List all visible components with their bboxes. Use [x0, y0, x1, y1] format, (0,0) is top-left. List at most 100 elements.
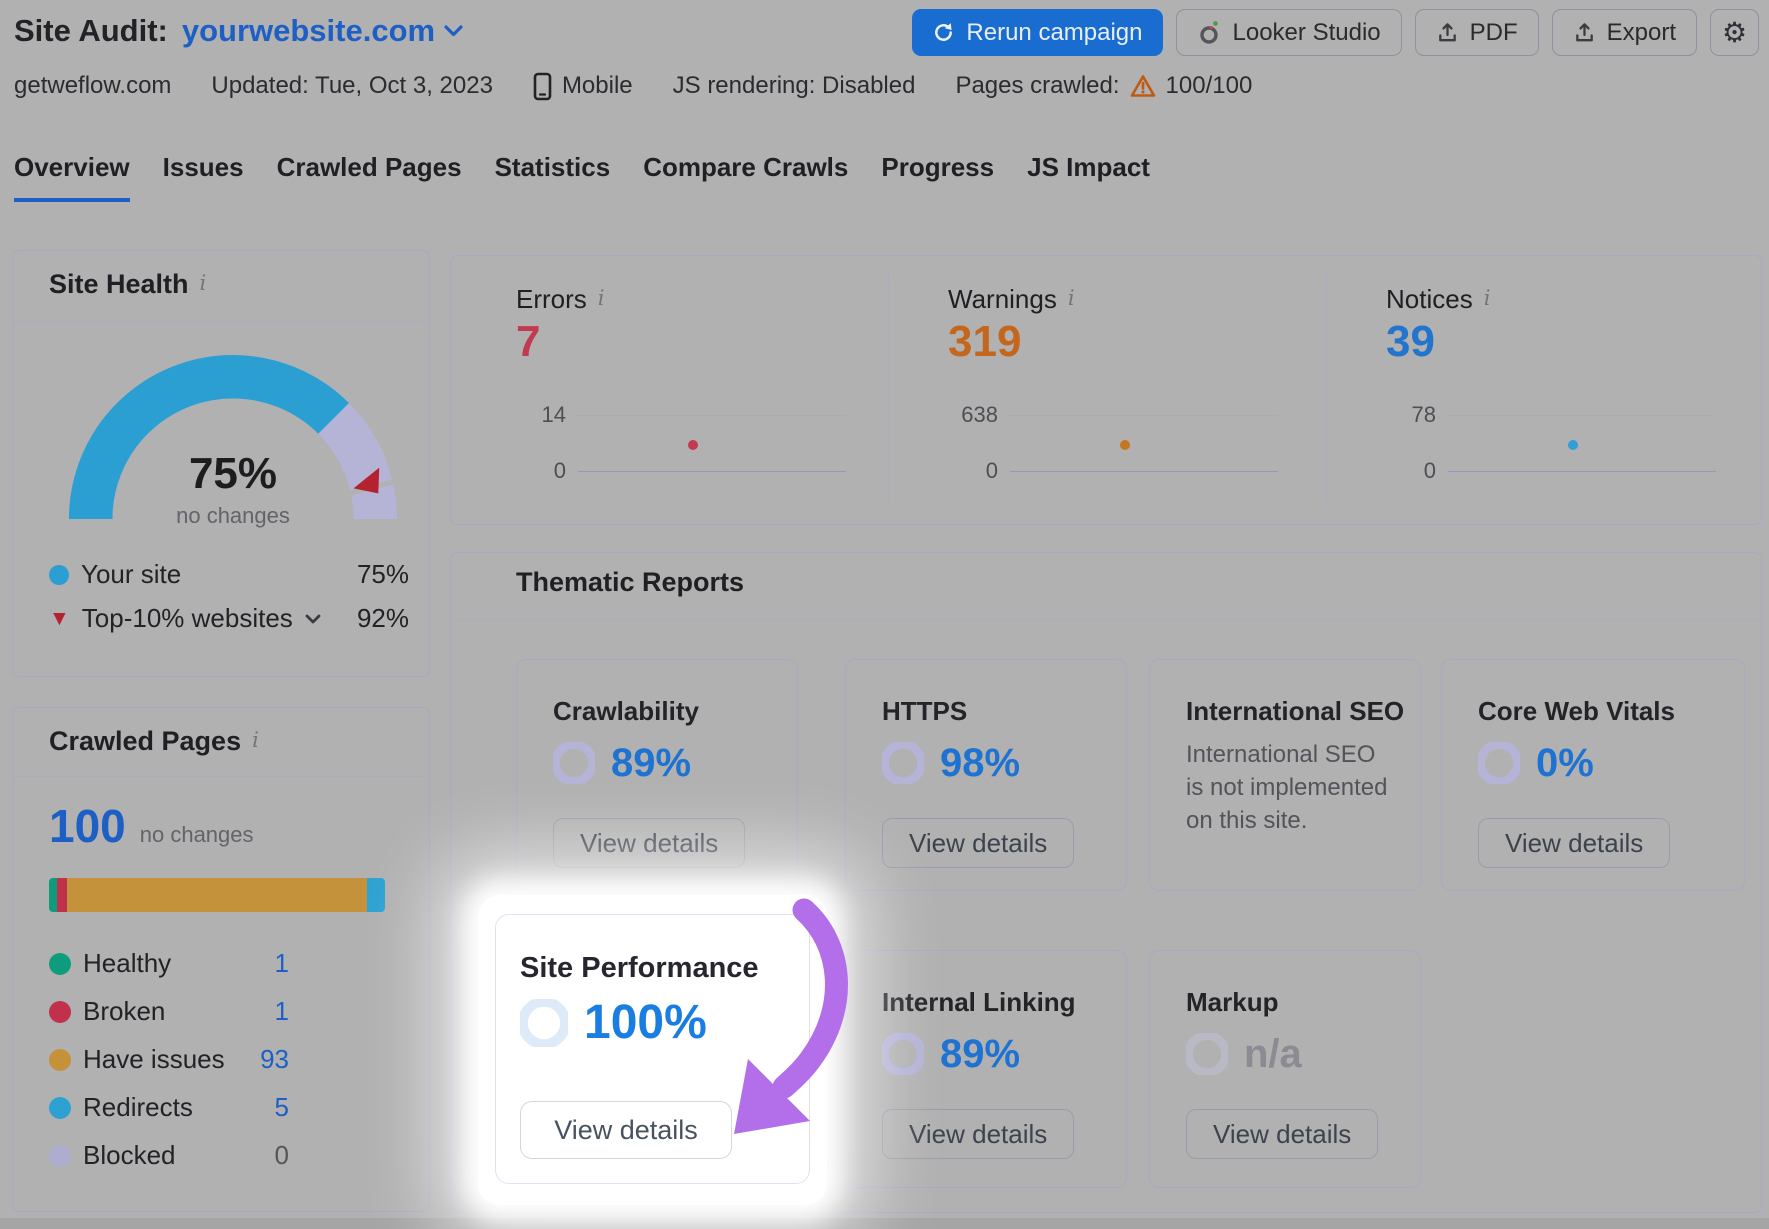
internal-linking-score: 89% [940, 1034, 1020, 1074]
tab-overview[interactable]: Overview [14, 152, 130, 202]
redirects-dot [49, 1097, 71, 1119]
notices-title: Notices [1386, 284, 1473, 315]
warning-triangle-icon [1130, 74, 1156, 98]
project-selector[interactable]: yourwebsite.com [182, 13, 463, 49]
core-web-vitals-donut [1478, 742, 1520, 784]
bar-healthy[interactable] [49, 878, 57, 912]
internal-linking-view-details-button[interactable]: View details [882, 1109, 1074, 1159]
legend-blocked: Blocked 0 [49, 1140, 289, 1171]
broken-value[interactable]: 1 [275, 996, 289, 1027]
notices-column: Notices i 39 78 0 [1386, 256, 1746, 524]
info-icon[interactable]: i [200, 269, 207, 294]
warnings-value[interactable]: 319 [948, 320, 1021, 364]
redirects-label: Redirects [83, 1092, 193, 1123]
page-title: Site Audit: yourwebsite.com [14, 13, 463, 49]
pages-crawled-value: 100/100 [1166, 72, 1253, 100]
looker-studio-button[interactable]: Looker Studio [1176, 9, 1402, 56]
chevron-down-icon[interactable] [305, 614, 321, 624]
notices-data-point [1568, 440, 1578, 450]
campaign-meta: getweflow.com Updated: Tue, Oct 3, 2023 … [14, 70, 1252, 102]
site-performance-view-details-button[interactable]: View details [520, 1101, 732, 1159]
your-site-label: Your site [81, 559, 181, 590]
info-icon[interactable]: i [1068, 284, 1075, 309]
healthy-label: Healthy [83, 948, 171, 979]
thematic-reports-title: Thematic Reports [516, 567, 744, 598]
errors-value[interactable]: 7 [516, 320, 540, 364]
tab-crawled-pages[interactable]: Crawled Pages [277, 152, 462, 202]
export-button[interactable]: Export [1552, 9, 1697, 56]
main-tabs: Overview Issues Crawled Pages Statistics… [14, 152, 1150, 202]
healthy-value[interactable]: 1 [275, 948, 289, 979]
mobile-icon [533, 72, 552, 101]
have-issues-dot [49, 1049, 71, 1071]
tab-compare-crawls[interactable]: Compare Crawls [643, 152, 848, 202]
bar-broken[interactable] [57, 878, 67, 912]
notices-value[interactable]: 39 [1386, 320, 1435, 364]
crawlability-donut [553, 742, 595, 784]
broken-dot [49, 1001, 71, 1023]
legend-redirects: Redirects 5 [49, 1092, 289, 1123]
site-audit-label: Site Audit: [14, 13, 168, 49]
https-view-details-button[interactable]: View details [882, 818, 1074, 868]
bar-have-issues[interactable] [67, 878, 366, 912]
blocked-label: Blocked [83, 1140, 176, 1171]
pdf-label: PDF [1470, 19, 1518, 47]
errors-sparkline: 14 0 [516, 404, 846, 484]
core-web-vitals-view-details-button[interactable]: View details [1478, 818, 1670, 868]
errors-column: Errors i 7 14 0 [516, 256, 876, 524]
tab-progress[interactable]: Progress [881, 152, 994, 202]
upload-icon [1436, 21, 1459, 45]
gear-icon: ⚙ [1722, 19, 1747, 47]
crawled-pages-card: Crawled Pages i 100 no changes Healthy 1… [12, 707, 430, 1212]
blocked-value: 0 [275, 1140, 289, 1171]
crawled-pages-title: Crawled Pages [49, 726, 241, 757]
errors-min: 0 [516, 458, 578, 484]
markup-title: Markup [1186, 987, 1278, 1018]
upload-icon [1573, 21, 1596, 45]
tab-issues[interactable]: Issues [163, 152, 244, 202]
crawlability-title: Crawlability [553, 696, 699, 727]
info-icon[interactable]: i [252, 726, 259, 751]
markup-card: Markup n/a View details [1149, 950, 1421, 1188]
bar-redirects[interactable] [367, 878, 385, 912]
errors-data-point [688, 440, 698, 450]
internal-linking-title: Internal Linking [882, 987, 1076, 1018]
warnings-column: Warnings i 319 638 0 [948, 256, 1308, 524]
site-health-title: Site Health [49, 269, 189, 300]
markup-score: n/a [1244, 1034, 1302, 1074]
rerun-campaign-button[interactable]: Rerun campaign [912, 9, 1162, 56]
broken-label: Broken [83, 996, 165, 1027]
legend-broken: Broken 1 [49, 996, 289, 1027]
international-seo-text: International SEO is not implemented on … [1186, 738, 1391, 837]
info-icon[interactable]: i [598, 284, 605, 309]
international-seo-card: International SEO International SEO is n… [1149, 659, 1421, 891]
project-name: yourwebsite.com [182, 13, 435, 49]
errors-max: 14 [516, 402, 578, 428]
crawlability-view-details-button[interactable]: View details [553, 818, 745, 868]
international-seo-title: International SEO [1186, 696, 1404, 727]
https-score: 98% [940, 743, 1020, 783]
export-label: Export [1607, 19, 1676, 47]
errors-title: Errors [516, 284, 587, 315]
device-label: Mobile [562, 72, 633, 100]
campaign-domain: getweflow.com [14, 72, 171, 100]
markup-view-details-button[interactable]: View details [1186, 1109, 1378, 1159]
tab-js-impact[interactable]: JS Impact [1027, 152, 1150, 202]
info-icon[interactable]: i [1484, 284, 1491, 309]
settings-button[interactable]: ⚙ [1710, 9, 1759, 56]
legend-healthy: Healthy 1 [49, 948, 289, 979]
core-web-vitals-card: Core Web Vitals 0% View details [1441, 659, 1745, 891]
legend-your-site: Your site 75% [49, 559, 409, 590]
crawled-change: no changes [140, 822, 254, 848]
js-rendering-status: JS rendering: Disabled [673, 72, 916, 100]
site-health-score: 75% [65, 449, 401, 499]
site-performance-title: Site Performance [520, 952, 759, 985]
tab-statistics[interactable]: Statistics [495, 152, 611, 202]
have-issues-value[interactable]: 93 [260, 1044, 289, 1075]
warnings-max: 638 [948, 402, 1010, 428]
device-type: Mobile [533, 72, 633, 101]
pdf-button[interactable]: PDF [1415, 9, 1539, 56]
crawled-pages-bar[interactable] [49, 878, 385, 912]
redirects-value[interactable]: 5 [275, 1092, 289, 1123]
site-performance-card-highlighted: Site Performance 100% View details [478, 895, 827, 1205]
